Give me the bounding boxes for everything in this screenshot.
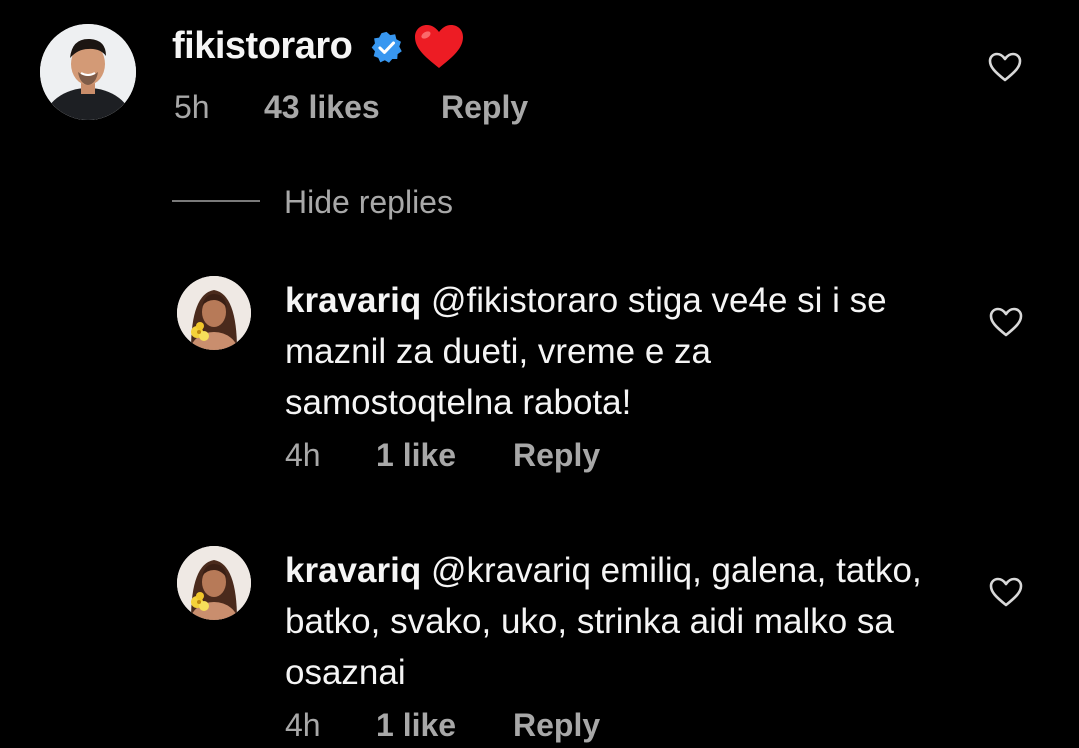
commenter-avatar-image [40, 24, 136, 120]
reply-like-heart-icon[interactable] [989, 577, 1023, 607]
comment-like-heart-icon[interactable] [988, 52, 1022, 82]
reply-avatar-image [177, 276, 251, 350]
reply-like-count[interactable]: 1 like [376, 436, 456, 474]
reply-like-heart-icon[interactable] [989, 307, 1023, 337]
comment-reply-button[interactable]: Reply [441, 88, 528, 126]
reply-reply-button[interactable]: Reply [513, 436, 600, 474]
comment-like-count[interactable]: 43 likes [264, 88, 380, 126]
reply-comment-text: kravariq @fikistoraro stiga ve4e si i se… [285, 275, 945, 428]
reply-avatar[interactable] [177, 546, 251, 620]
reply-timestamp: 4h [285, 707, 321, 743]
reply-timestamp: 4h [285, 437, 321, 473]
hide-replies-divider [172, 200, 260, 202]
hide-replies-button[interactable]: Hide replies [284, 183, 453, 221]
red-heart-emoji-icon [414, 24, 464, 70]
reply-comment-text: kravariq @kravariq emiliq, galena, tatko… [285, 545, 945, 698]
reply-avatar[interactable] [177, 276, 251, 350]
comment-timestamp: 5h [174, 89, 210, 125]
reply-username[interactable]: kravariq [285, 281, 421, 320]
commenter-avatar[interactable] [40, 24, 136, 120]
commenter-username[interactable]: fikistoraro [172, 24, 353, 68]
reply-username[interactable]: kravariq [285, 551, 421, 590]
reply-avatar-image [177, 546, 251, 620]
verified-badge-icon [370, 31, 403, 64]
reply-like-count[interactable]: 1 like [376, 706, 456, 744]
reply-reply-button[interactable]: Reply [513, 706, 600, 744]
